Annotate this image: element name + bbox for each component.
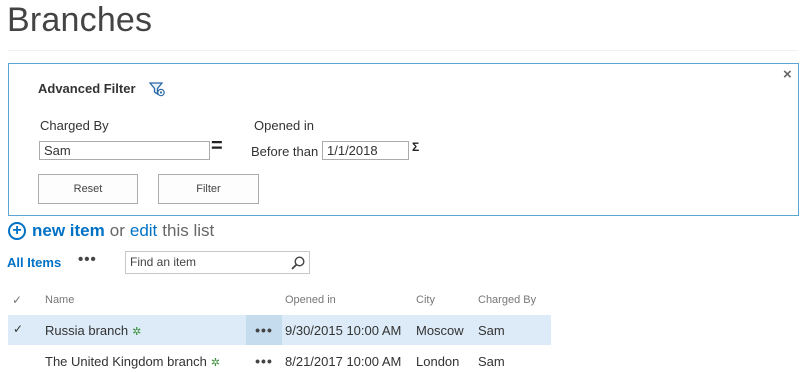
item-ellipsis-icon[interactable]: ••• xyxy=(246,346,282,373)
column-header-name[interactable]: Name xyxy=(45,294,74,306)
select-all-checkmark-icon[interactable]: ✓ xyxy=(12,293,22,307)
advanced-filter-panel: × Advanced Filter Charged By Opened in =… xyxy=(8,63,799,216)
sigma-icon[interactable]: Σ xyxy=(412,140,419,154)
filter-button[interactable]: Filter xyxy=(158,174,259,204)
view-all-items[interactable]: All Items xyxy=(7,255,61,270)
row-checkmark-icon[interactable]: ✓ xyxy=(13,322,23,336)
reset-button[interactable]: Reset xyxy=(38,174,138,204)
opened-in-cell: 9/30/2015 10:00 AM xyxy=(285,323,402,338)
column-header-city[interactable]: City xyxy=(416,294,435,306)
charged-by-field[interactable] xyxy=(39,141,210,160)
before-than-label: Before than xyxy=(251,144,319,159)
view-ellipsis-icon[interactable]: ••• xyxy=(78,251,97,268)
plus-circle-icon[interactable]: + xyxy=(8,222,26,240)
page-title: Branches xyxy=(7,1,153,39)
opened-in-cell: 8/21/2017 10:00 AM xyxy=(285,354,402,369)
search-box xyxy=(125,251,310,274)
city-cell: Moscow xyxy=(416,323,464,338)
search-input[interactable] xyxy=(130,255,280,269)
list-command-bar: + new item or edit this list xyxy=(8,220,214,242)
edit-link[interactable]: edit xyxy=(130,221,157,241)
city-cell: London xyxy=(416,354,460,369)
table-row[interactable]: The United Kingdom branch ✲ ••• 8/21/2017… xyxy=(8,346,551,373)
new-item-link[interactable]: new item xyxy=(32,221,105,241)
item-name-link[interactable]: The United Kingdom branch xyxy=(45,354,207,369)
column-header-opened-in[interactable]: Opened in xyxy=(285,294,336,306)
item-name-cell: Russia branch ✲ xyxy=(45,323,141,338)
item-name-cell: The United Kingdom branch ✲ xyxy=(45,354,220,369)
charged-by-cell: Sam xyxy=(478,354,505,369)
close-icon[interactable]: × xyxy=(783,66,792,83)
filter-title: Advanced Filter xyxy=(38,81,136,96)
opened-in-label: Opened in xyxy=(254,118,314,133)
or-text: or xyxy=(109,221,125,240)
item-name-link[interactable]: Russia branch xyxy=(45,323,128,338)
new-item-marker-icon: ✲ xyxy=(132,326,142,338)
new-item-marker-icon: ✲ xyxy=(210,357,221,369)
this-list-text: this list xyxy=(162,221,215,240)
filter-icon xyxy=(148,82,165,97)
search-icon[interactable] xyxy=(290,255,306,271)
charged-by-cell: Sam xyxy=(478,323,505,338)
column-header-charged-by[interactable]: Charged By xyxy=(478,294,536,306)
item-ellipsis-icon[interactable]: ••• xyxy=(246,315,282,345)
charged-by-label: Charged By xyxy=(40,118,109,133)
date-field[interactable] xyxy=(322,141,409,160)
equals-operator[interactable]: = xyxy=(211,135,223,158)
title-divider xyxy=(8,50,798,51)
table-row[interactable]: ✓ Russia branch ✲ ••• 9/30/2015 10:00 AM … xyxy=(8,315,551,345)
